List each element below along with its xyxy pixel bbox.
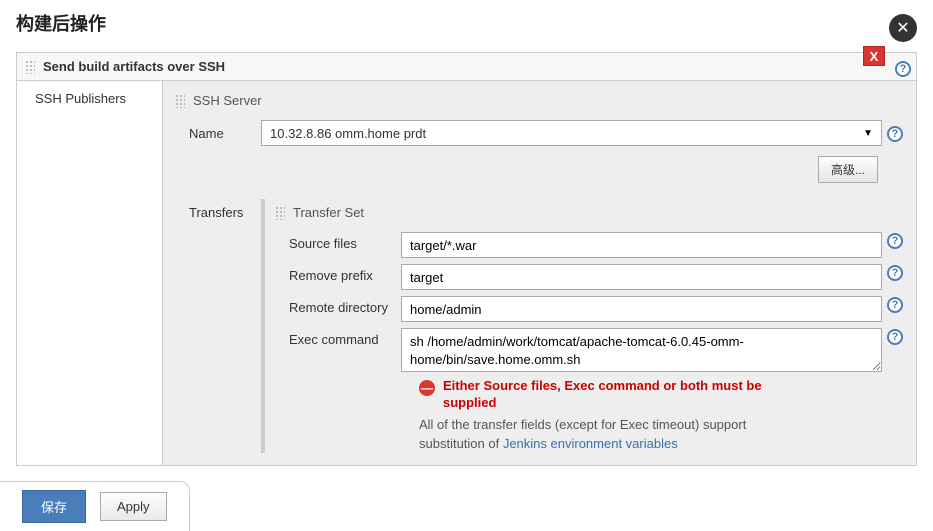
drag-handle-icon[interactable] [25,60,35,74]
transfers-label: Transfers [171,199,261,453]
remote-directory-input[interactable] [401,296,882,322]
source-files-label: Source files [271,232,401,251]
drag-handle-icon[interactable] [275,206,285,220]
chevron-down-icon: ▼ [863,128,873,139]
exec-command-textarea[interactable] [401,328,882,372]
drag-handle-icon[interactable] [175,94,185,108]
remove-section-button[interactable]: X [863,46,885,66]
remove-prefix-label: Remove prefix [271,264,401,283]
ssh-server-select[interactable]: 10.32.8.86 omm.home prdt ▼ [261,120,882,146]
name-label: Name [189,126,261,141]
help-icon[interactable]: ? [887,329,903,345]
validation-error: — Either Source files, Exec command or b… [419,378,908,412]
publishers-label: SSH Publishers [17,81,162,465]
ssh-server-title: SSH Server [193,93,262,108]
help-icon[interactable]: ? [895,61,911,77]
save-button[interactable]: 保存 [22,490,86,523]
env-vars-link[interactable]: Jenkins environment variables [503,436,678,451]
help-icon[interactable]: ? [887,233,903,249]
advanced-button[interactable]: 高级... [818,156,878,183]
remote-directory-label: Remote directory [271,296,401,315]
help-icon[interactable]: ? [887,297,903,313]
post-build-section: X ? Send build artifacts over SSH SSH Pu… [16,52,917,466]
error-icon: — [419,380,435,396]
help-icon[interactable]: ? [887,265,903,281]
ssh-server-header: SSH Server [171,87,908,114]
transfer-set-header: Transfer Set [271,199,908,226]
help-icon[interactable]: ? [887,126,903,142]
apply-button[interactable]: Apply [100,492,167,521]
transfer-set-title: Transfer Set [293,205,364,220]
section-header: Send build artifacts over SSH [16,52,917,80]
close-dialog-button[interactable]: ✕ [889,14,917,42]
source-files-input[interactable] [401,232,882,258]
ssh-server-selected-value: 10.32.8.86 omm.home prdt [270,126,426,141]
section-title: Send build artifacts over SSH [43,59,225,74]
transfer-hint: All of the transfer fields (except for E… [419,416,799,454]
exec-command-label: Exec command [271,328,401,347]
validation-error-text: Either Source files, Exec command or bot… [443,378,803,412]
page-title: 构建后操作 [0,0,933,44]
footer-toolbar: 保存 Apply [0,481,190,531]
remove-prefix-input[interactable] [401,264,882,290]
